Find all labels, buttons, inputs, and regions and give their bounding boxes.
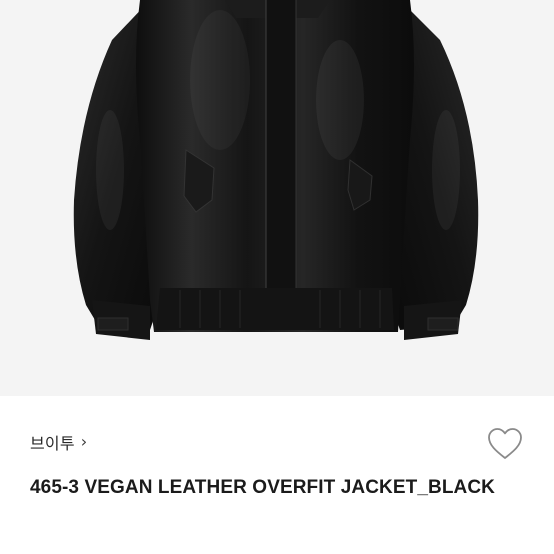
jacket-photo — [73, 0, 479, 340]
shop-name[interactable]: 브이투 — [30, 430, 75, 454]
jacket-waistband — [156, 288, 394, 330]
product-info: 브이투 › 465-3 VEGAN LEATHER OVERFIT JACKET… — [0, 396, 554, 554]
jacket-placket — [266, 0, 296, 318]
wishlist-button[interactable] — [486, 426, 524, 462]
product-title: 465-3 VEGAN LEATHER OVERFIT JACKET_BLACK — [30, 477, 495, 498]
heart-outline-icon — [488, 428, 522, 459]
shop-link[interactable]: 브이투 › — [30, 430, 87, 454]
chevron-right-icon: › — [80, 432, 88, 451]
product-image[interactable] — [0, 0, 554, 396]
product-page: 브이투 › 465-3 VEGAN LEATHER OVERFIT JACKET… — [0, 0, 554, 554]
